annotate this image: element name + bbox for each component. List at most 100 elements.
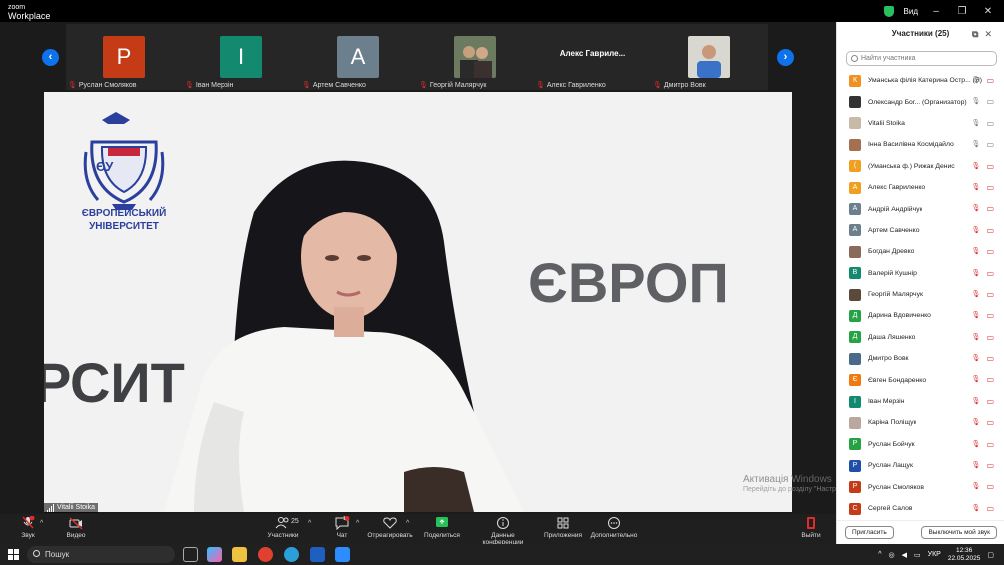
participant-row[interactable]: Інна Василівна Космідайло 🎙 ▭ (837, 134, 1004, 155)
chat-icon (335, 516, 350, 530)
mic-off-icon: 🎙 (971, 290, 981, 298)
notifications-icon[interactable]: ▢ (987, 551, 994, 559)
participant-row[interactable]: I Іван Мерзін 🎙 ▭ (837, 391, 1004, 412)
zoom-taskbar-icon[interactable] (335, 547, 350, 562)
windows-taskbar: Пошук ^ ◎ ◀ ▭ УКР 12:36 22.05.2025 ▢ (0, 544, 1004, 565)
filmstrip-next-button[interactable]: › (777, 49, 794, 66)
video-tile[interactable]: P 🎙 Руслан Смоляков (66, 24, 183, 90)
participant-row[interactable]: ((Уманська ф.) Рижак Денис 🎙 ▭ (837, 156, 1004, 177)
participant-avatar: A (849, 181, 861, 194)
view-button[interactable]: Вид (904, 7, 918, 16)
participant-row[interactable]: Д Даша Ляшенко 🎙 ▭ (837, 327, 1004, 348)
participant-row[interactable]: Vitalii Stoika 🎙 ▭ (837, 113, 1004, 134)
tile-name: 🎙 Іван Мерзін (185, 81, 234, 90)
speaker-icon[interactable]: ◀ (902, 551, 907, 559)
clock[interactable]: 12:36 22.05.2025 (948, 547, 981, 563)
task-view-icon[interactable] (183, 547, 198, 562)
participant-row[interactable]: Д Дарина Вдовиченко 🎙 ▭ (837, 305, 1004, 326)
leave-icon (807, 517, 815, 529)
audio-button[interactable]: Звук (18, 516, 38, 539)
close-icon[interactable]: ✕ (980, 6, 996, 17)
mic-off-icon: 🎙 (971, 312, 981, 320)
participant-avatar: P (849, 481, 861, 494)
network-icon[interactable]: ◎ (889, 551, 895, 559)
chrome-icon[interactable] (258, 547, 273, 562)
word-icon[interactable] (310, 547, 325, 562)
tray-chevron-icon[interactable]: ^ (878, 551, 881, 558)
participant-row[interactable]: Дмитро Вовк 🎙 ▭ (837, 348, 1004, 369)
participant-status: 🎙 ▭ (972, 440, 994, 449)
participant-row[interactable]: P Руслан Лащук 🎙 ▭ (837, 455, 1004, 476)
meeting-info-button[interactable]: Данные конференции (470, 516, 536, 546)
camera-icon: ▭ (986, 97, 994, 107)
video-tile[interactable]: A 🎙 Артем Савченко (300, 24, 417, 90)
mute-self-button[interactable]: Выключить мой звук (921, 526, 997, 539)
edge-icon[interactable] (284, 547, 299, 562)
participant-status: 🎙 ▭ (972, 162, 994, 171)
video-tile[interactable]: I 🎙 Іван Мерзін (183, 24, 300, 90)
minimize-icon[interactable]: – (928, 6, 944, 17)
filmstrip-prev-button[interactable]: ‹ (42, 49, 59, 66)
participant-name: Алекс Гавриленко (868, 184, 926, 192)
camera-off-icon (69, 517, 83, 530)
participant-name: Андрій Андрійчук (868, 205, 923, 213)
signal-icon (47, 504, 54, 512)
participant-row[interactable]: A Артем Савченко 🎙 ▭ (837, 220, 1004, 241)
taskbar-search-input[interactable]: Пошук (27, 546, 175, 563)
wall-text-left: РСИТ (44, 351, 185, 414)
keyboard-language[interactable]: УКР (928, 551, 941, 558)
video-tile[interactable]: 🎙 Дмитро Вовк (651, 24, 768, 90)
participant-row[interactable]: A Андрій Андрійчук 🎙 ▭ (837, 198, 1004, 219)
participant-row[interactable]: К Уманська філія Катерина Остр... (Я) 🎙 ▭ (837, 70, 1004, 91)
file-explorer-icon[interactable] (232, 547, 247, 562)
windows-start-icon[interactable] (8, 549, 19, 560)
participant-row[interactable]: P Руслан Смоляков 🎙 ▭ (837, 476, 1004, 497)
popout-icon[interactable]: ⧉ (972, 29, 984, 39)
chat-unread-badge: 1 (343, 516, 346, 522)
participant-row[interactable]: Олександр Бог... (Организатор) 🎙 ▭ (837, 91, 1004, 112)
camera-off-icon: ▭ (986, 354, 994, 364)
mic-off-icon: 🎙 (971, 269, 981, 277)
mic-off-icon: 🎙 (971, 462, 981, 470)
participant-avatar: С (849, 502, 861, 515)
participant-row[interactable]: Є Євген Бондаренко 🎙 ▭ (837, 369, 1004, 390)
mic-off-icon: 🎙 (971, 504, 981, 512)
participants-options-chevron-icon[interactable]: ^ (308, 520, 311, 527)
close-panel-icon[interactable]: ✕ (984, 29, 998, 39)
leave-button[interactable]: Выйти (798, 516, 824, 539)
panel-footer: Пригласить Выключить мой звук (837, 520, 1004, 544)
participant-row[interactable]: Каріна Поліщук 🎙 ▭ (837, 412, 1004, 433)
participant-search-input[interactable]: Найти участника (846, 51, 997, 66)
audio-options-chevron-icon[interactable]: ^ (40, 520, 43, 527)
chat-button[interactable]: Чат (332, 516, 352, 539)
video-tile[interactable]: Алекс Гавриле... 🎙 Алекс Гавриленко (534, 24, 651, 90)
share-button[interactable]: Поделиться (422, 516, 462, 539)
participant-row[interactable]: Георгій Малярчук 🎙 ▭ (837, 284, 1004, 305)
participant-name: Даша Ляшенко (868, 333, 916, 341)
apps-button[interactable]: Приложения (542, 516, 584, 539)
invite-button[interactable]: Пригласить (845, 526, 894, 539)
shield-icon[interactable] (883, 5, 894, 17)
participant-row[interactable]: P Руслан Бойчук 🎙 ▭ (837, 434, 1004, 455)
participant-avatar: B (849, 267, 861, 280)
participant-row[interactable]: A Алекс Гавриленко 🎙 ▭ (837, 177, 1004, 198)
video-tile[interactable]: 🎙 Георгій Малярчук (417, 24, 534, 90)
battery-icon[interactable]: ▭ (914, 551, 921, 559)
share-screen-icon (436, 517, 448, 527)
participants-icon (275, 517, 289, 529)
mic-icon: 🎙 (971, 77, 981, 84)
video-button[interactable]: Видео (64, 516, 88, 539)
participant-status: 🎙 ▭ (972, 76, 994, 85)
active-speaker-video[interactable]: ЄУ ЄВРОПЕЙСЬКИЙ УНІВЕРСИТЕТ ЄВРОП РСИТ (44, 92, 792, 512)
participant-row[interactable]: С Сергей Салов 🎙 ▭ (837, 498, 1004, 519)
restore-icon[interactable]: ❐ (954, 6, 970, 17)
more-button[interactable]: Дополнительно (588, 516, 640, 539)
participant-name: Георгій Малярчук (868, 291, 923, 299)
participant-row[interactable]: B Валерій Кушнір 🎙 ▭ (837, 263, 1004, 284)
participant-status: 🎙 ▭ (972, 375, 994, 384)
copilot-icon[interactable] (207, 547, 222, 562)
participant-row[interactable]: Богдан Древко 🎙 ▭ (837, 241, 1004, 262)
participant-name: Євген Бондаренко (868, 376, 927, 384)
chat-options-chevron-icon[interactable]: ^ (356, 520, 359, 527)
react-options-chevron-icon[interactable]: ^ (406, 520, 409, 527)
